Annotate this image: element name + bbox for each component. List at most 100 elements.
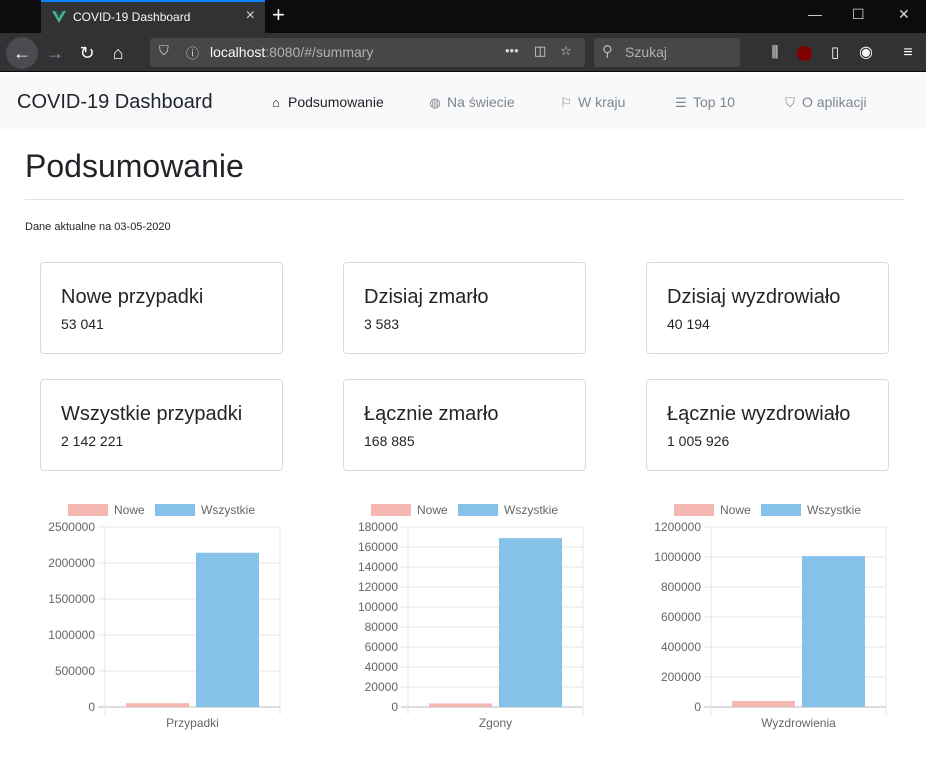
browser-tab[interactable]: COVID-19 Dashboard × xyxy=(41,0,265,33)
nav-item-na-swiecie[interactable]: ◍ Na świecie xyxy=(427,94,514,111)
y-tick-label: 80000 xyxy=(365,620,399,634)
nav-item-podsumowanie[interactable]: ⌂ Podsumowanie xyxy=(268,94,384,110)
card-value: 2 142 221 xyxy=(61,433,124,449)
url-bar[interactable]: ⛉ ⓘ localhost:8080/#/summary ••• ◫ ☆ xyxy=(150,38,585,67)
info-icon[interactable]: ⓘ xyxy=(186,43,199,62)
card-title: Łącznie zmarło xyxy=(364,403,499,425)
pocket-icon[interactable]: ◫ xyxy=(534,43,546,59)
card-value: 53 041 xyxy=(61,316,104,332)
y-tick-label: 500000 xyxy=(55,664,95,678)
search-input[interactable]: ⚲ Szukaj xyxy=(594,38,740,67)
x-tick-label: Przypadki xyxy=(166,716,219,730)
legend-label: Wszystkie xyxy=(504,503,558,517)
browser-tab-bar: COVID-19 Dashboard × + — ☐ ✕ xyxy=(0,0,926,33)
legend-swatch xyxy=(68,504,108,516)
bar-wszystkie xyxy=(802,556,865,707)
page-title: Podsumowanie xyxy=(25,148,244,184)
new-tab-icon[interactable]: + xyxy=(272,3,285,27)
app-navbar: COVID-19 Dashboard ⌂ Podsumowanie ◍ Na świ… xyxy=(0,73,926,129)
bar-nowe xyxy=(429,703,492,707)
library-icon[interactable]: ⫼ xyxy=(762,40,788,66)
tab-title: COVID-19 Dashboard xyxy=(73,10,191,24)
card-total-cases: Wszystkie przypadki 2 142 221 xyxy=(40,379,283,471)
legend-swatch xyxy=(458,504,498,516)
card-title: Dzisiaj wyzdrowiało xyxy=(667,286,841,308)
window-close-icon[interactable]: ✕ xyxy=(898,6,910,23)
card-value: 168 885 xyxy=(364,433,415,449)
home-icon: ⌂ xyxy=(272,95,280,110)
chart-cases: Nowe Wszystkie 0 500000 1000000 1500000 200000… xyxy=(25,498,285,738)
card-value: 3 583 xyxy=(364,316,400,332)
legend-swatch xyxy=(674,504,714,516)
card-title: Łącznie wyzdrowiało xyxy=(667,403,851,425)
card-new-cases: Nowe przypadki 53 041 xyxy=(40,262,283,354)
y-tick-label: 100000 xyxy=(358,600,398,614)
legend-label: Nowe xyxy=(114,503,145,517)
back-arrow-icon[interactable]: ← xyxy=(6,37,38,69)
y-tick-label: 0 xyxy=(391,700,398,714)
nav-item-o-aplikacji[interactable]: ⛉ O aplikacji xyxy=(782,94,866,111)
chart-deaths-svg: Nowe Wszystkie 0 20000 40000 60000 80000 100000… xyxy=(358,503,584,730)
list-icon: ☰ xyxy=(675,95,687,110)
y-tick-label: 40000 xyxy=(365,660,399,674)
y-tick-label: 0 xyxy=(694,700,701,714)
ublock-icon[interactable] xyxy=(791,40,817,66)
maximize-icon[interactable]: ☐ xyxy=(852,6,865,23)
y-tick-label: 1200000 xyxy=(654,520,701,534)
card-title: Wszystkie przypadki xyxy=(61,403,243,425)
chart-deaths: Nowe Wszystkie 0 20000 40000 60000 80000 100000… xyxy=(328,498,588,738)
brand-title[interactable]: COVID-19 Dashboard xyxy=(17,91,213,114)
url-text[interactable]: localhost:8080/#/summary xyxy=(210,44,373,60)
minimize-icon[interactable]: — xyxy=(808,6,822,22)
chart-cases-svg: Nowe Wszystkie 0 500000 1000000 1500000 200000… xyxy=(48,503,281,730)
y-tick-label: 140000 xyxy=(358,560,398,574)
y-tick-label: 1000000 xyxy=(48,628,95,642)
date-line: Dane aktualne na 03-05-2020 xyxy=(25,221,171,233)
card-total-recovered: Łącznie wyzdrowiało 1 005 926 xyxy=(646,379,889,471)
page-actions-icon[interactable]: ••• xyxy=(505,43,519,58)
card-value: 1 005 926 xyxy=(667,433,730,449)
browser-toolbar: ← → ↻ ⌂ ⛉ ⓘ localhost:8080/#/summary •••… xyxy=(0,33,926,72)
nav-item-top-10[interactable]: ☰ Top 10 xyxy=(673,94,735,111)
y-tick-label: 400000 xyxy=(661,640,701,654)
bar-wszystkie xyxy=(196,552,259,707)
y-tick-label: 60000 xyxy=(365,640,399,654)
y-tick-label: 1000000 xyxy=(654,550,701,564)
reload-icon[interactable]: ↻ xyxy=(74,40,100,66)
card-title: Nowe przypadki xyxy=(61,286,204,308)
y-tick-label: 160000 xyxy=(358,540,398,554)
y-tick-label: 200000 xyxy=(661,670,701,684)
legend-swatch xyxy=(155,504,195,516)
shield-icon[interactable]: ⛉ xyxy=(159,43,169,59)
chart-recoveries: Nowe Wszystkie 0 200000 400000 600000 800000 10… xyxy=(631,498,891,738)
x-tick-label: Wyzdrowienia xyxy=(761,716,836,730)
account-icon[interactable]: ◉ xyxy=(853,40,879,66)
nav-item-w-kraju[interactable]: ⚐ W kraju xyxy=(558,94,625,111)
bar-nowe xyxy=(126,703,189,707)
vue-logo-icon xyxy=(52,11,66,23)
forward-arrow-icon[interactable]: → xyxy=(42,40,68,66)
menu-icon[interactable]: ≡ xyxy=(895,40,921,66)
globe-icon: ◍ xyxy=(429,95,441,110)
legend-label: Nowe xyxy=(417,503,448,517)
y-tick-label: 180000 xyxy=(358,520,398,534)
home-icon[interactable]: ⌂ xyxy=(105,40,131,66)
y-tick-label: 800000 xyxy=(661,580,701,594)
search-placeholder: Szukaj xyxy=(625,44,668,60)
divider xyxy=(25,199,904,200)
star-icon[interactable]: ☆ xyxy=(560,43,572,59)
legend-swatch xyxy=(371,504,411,516)
bookmark-icon: ⛉ xyxy=(785,95,795,110)
y-tick-label: 120000 xyxy=(358,580,398,594)
legend-label: Nowe xyxy=(720,503,751,517)
close-icon[interactable]: × xyxy=(246,7,255,25)
y-tick-label: 1500000 xyxy=(48,592,95,606)
card-title: Dzisiaj zmarło xyxy=(364,286,489,308)
chart-recoveries-svg: Nowe Wszystkie 0 200000 400000 600000 800000 10… xyxy=(654,503,887,730)
card-deaths-today: Dzisiaj zmarło 3 583 xyxy=(343,262,586,354)
sidebar-icon[interactable]: ▯ xyxy=(822,40,848,66)
card-total-deaths: Łącznie zmarło 168 885 xyxy=(343,379,586,471)
y-tick-label: 0 xyxy=(88,700,95,714)
y-tick-label: 2500000 xyxy=(48,520,95,534)
x-tick-label: Zgony xyxy=(479,716,512,730)
